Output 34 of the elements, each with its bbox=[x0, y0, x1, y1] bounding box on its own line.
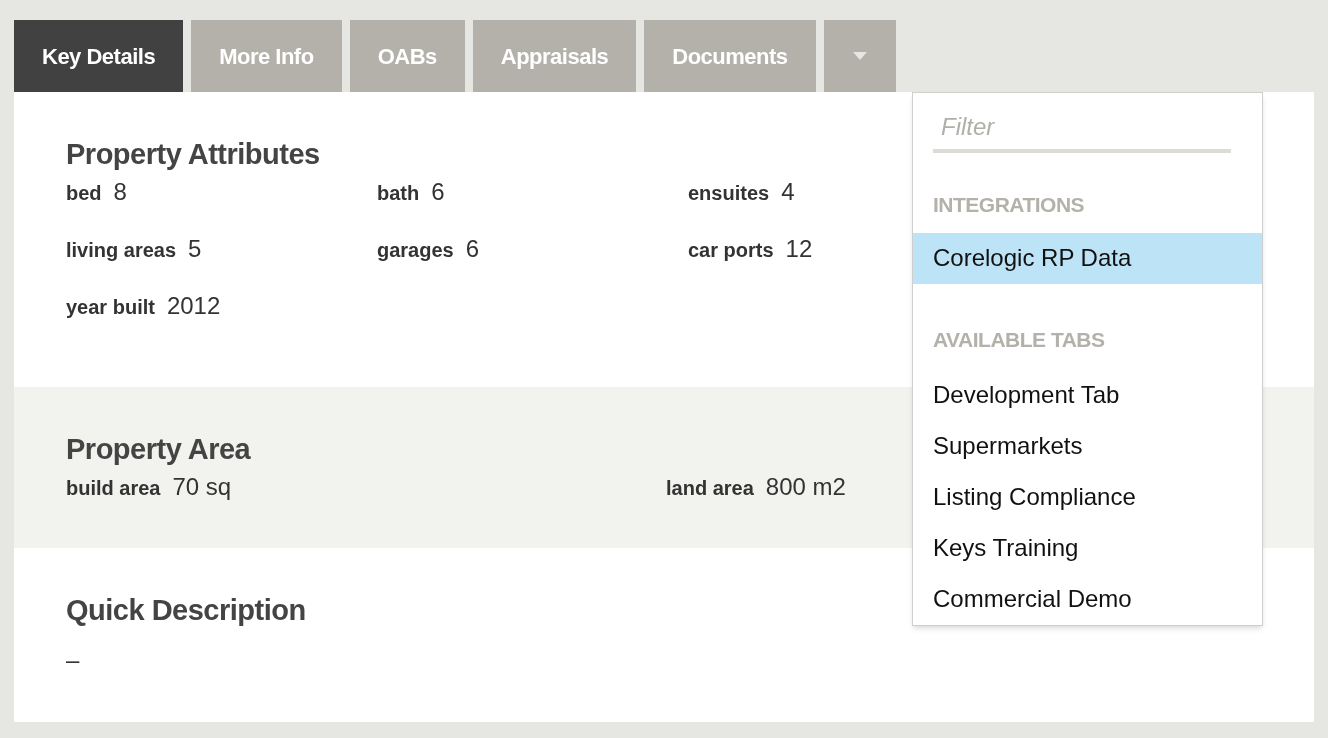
group-heading: INTEGRATIONS bbox=[933, 192, 1085, 218]
field-value: 6 bbox=[431, 177, 445, 207]
description-text: – bbox=[66, 645, 80, 675]
field-label: year built bbox=[66, 295, 155, 320]
field-value: 70 sq bbox=[172, 472, 232, 502]
caret-down-icon bbox=[852, 52, 867, 60]
menu-item[interactable]: Corelogic RP Data bbox=[913, 232, 1262, 284]
filter-field[interactable]: Filter bbox=[933, 105, 1231, 153]
more-tabs-button[interactable] bbox=[823, 20, 896, 92]
field-value: 4 bbox=[781, 177, 795, 207]
field-label: living areas bbox=[66, 238, 177, 263]
section-title: Quick Description bbox=[66, 593, 306, 628]
menu-item[interactable]: Supermarkets bbox=[913, 420, 1262, 471]
menu-item[interactable]: Commercial Demo bbox=[913, 573, 1262, 624]
field-label: garages bbox=[377, 238, 454, 263]
field-value: 8 bbox=[113, 177, 127, 207]
menu-item[interactable]: Keys Training bbox=[913, 522, 1262, 573]
field-label: car ports bbox=[688, 238, 774, 263]
field-label: bed bbox=[66, 181, 102, 206]
field-value: 12 bbox=[785, 234, 813, 264]
menu-item[interactable]: Development Tab bbox=[913, 369, 1262, 420]
section-title: Property Area bbox=[66, 432, 251, 467]
field-value: 5 bbox=[188, 234, 202, 264]
field-label: build area bbox=[66, 476, 161, 501]
field-label: ensuites bbox=[688, 181, 770, 206]
menu-item[interactable]: Listing Compliance bbox=[913, 471, 1262, 522]
field-label: land area bbox=[666, 476, 754, 501]
tab[interactable]: Key Details bbox=[14, 20, 184, 92]
group-heading: AVAILABLE TABS bbox=[933, 326, 1105, 353]
field-value: 2012 bbox=[166, 291, 221, 321]
field-value: 800 m2 bbox=[765, 472, 846, 502]
field-value: 6 bbox=[465, 234, 480, 264]
field-label: bath bbox=[377, 181, 420, 206]
section-title: Property Attributes bbox=[66, 137, 320, 172]
